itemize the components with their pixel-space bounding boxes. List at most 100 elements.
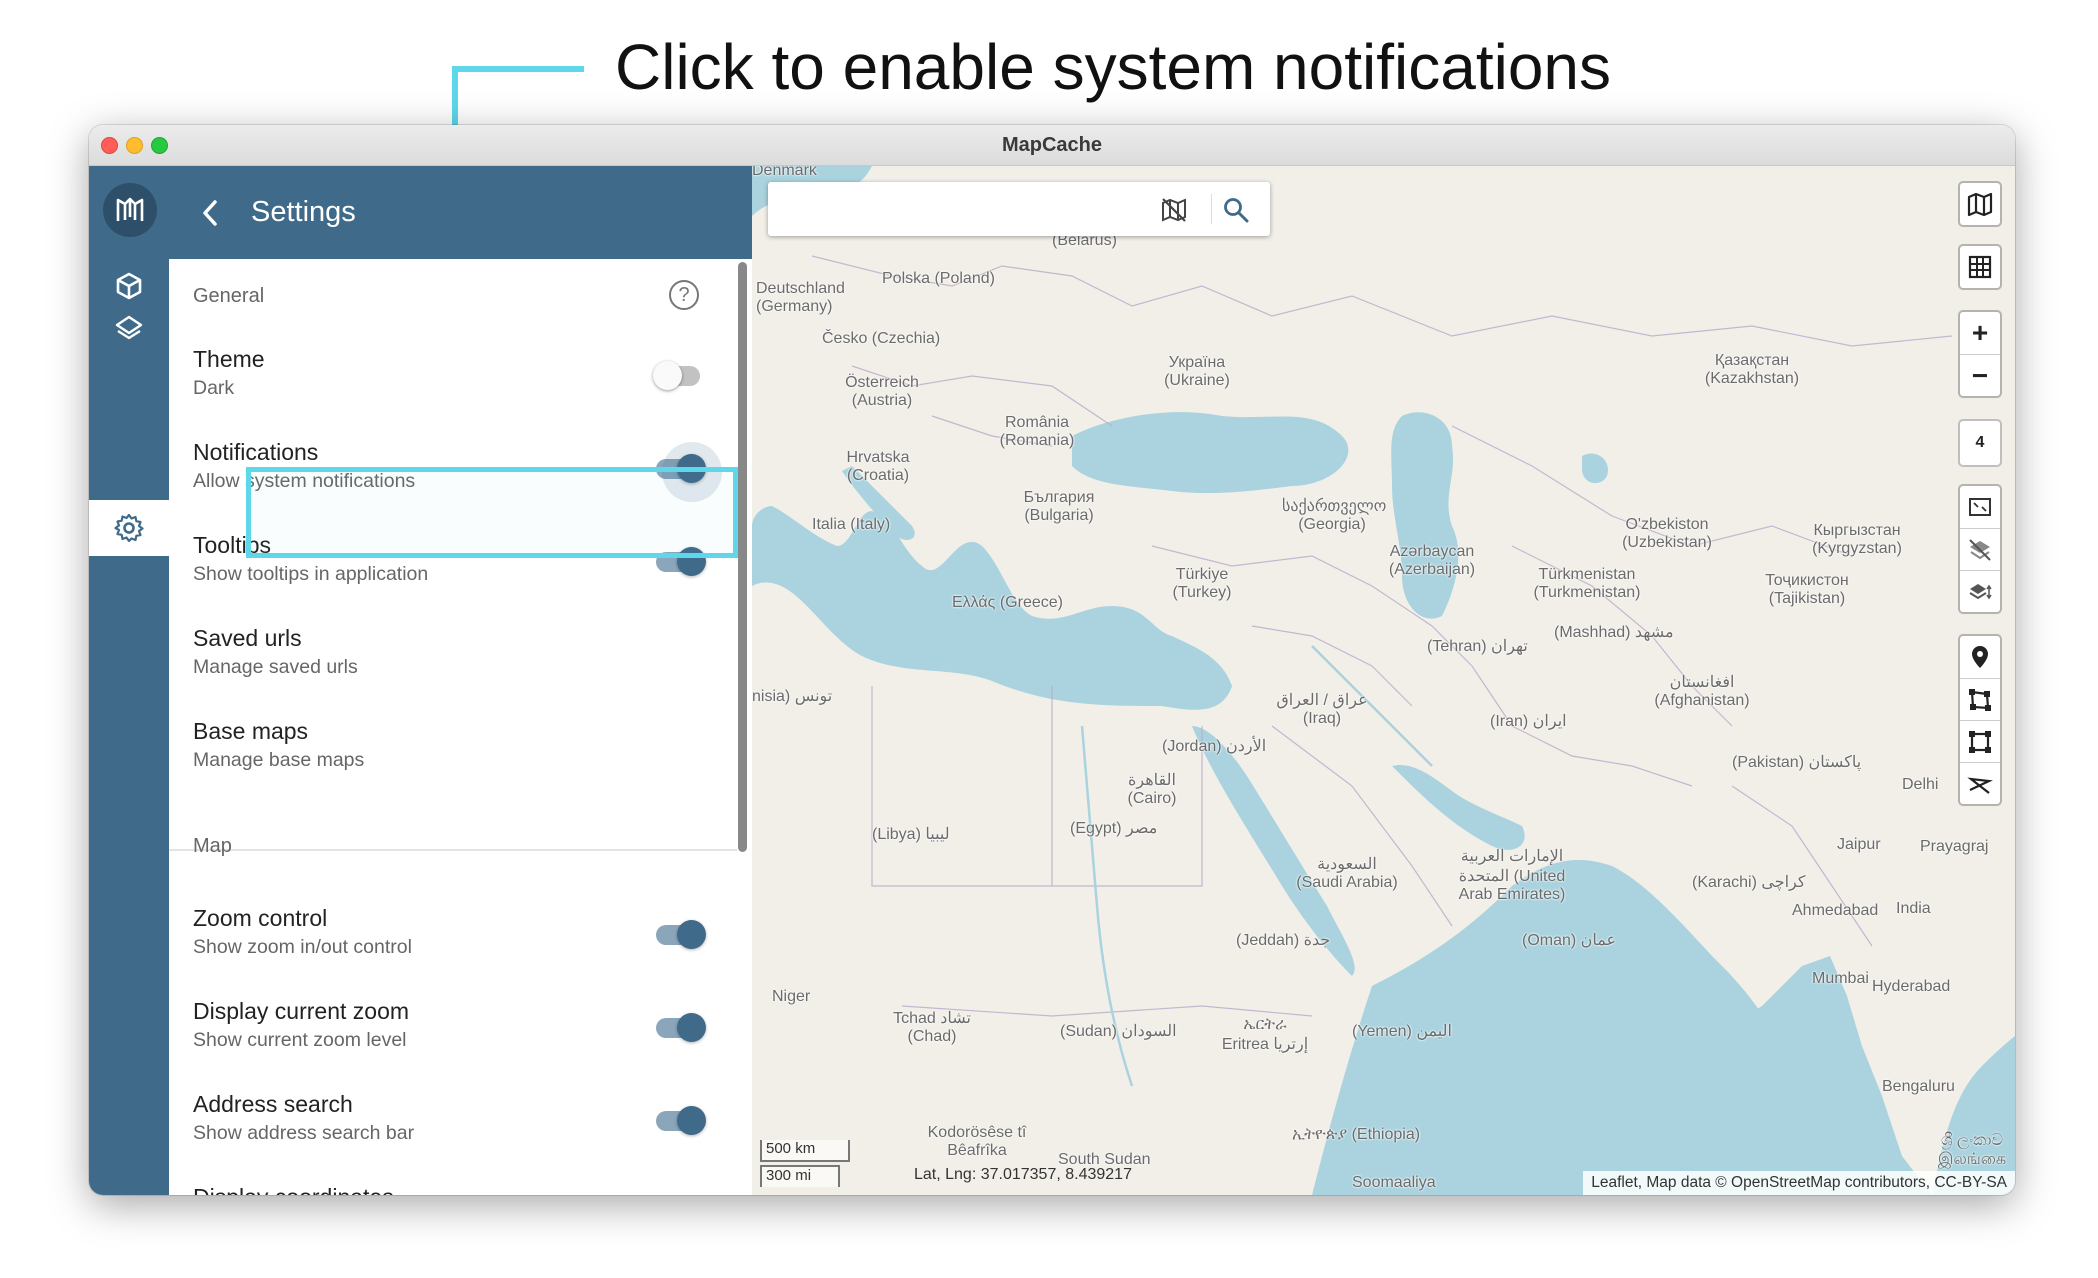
map-label: Česko (Czechia) <box>822 330 941 347</box>
help-button[interactable]: ? <box>669 280 699 310</box>
setting-row-theme[interactable]: Theme Dark <box>169 330 737 422</box>
map-label: Deutschland (Germany) <box>756 280 845 315</box>
setting-row-zoom-control[interactable]: Zoom control Show zoom in/out control <box>169 889 737 981</box>
row-subtitle: Show tooltips in application <box>193 563 429 585</box>
map-label: (Tehran) تهران <box>1427 638 1528 655</box>
map-label: Кыргызстан (Kyrgyzstan) <box>1812 522 1902 557</box>
draw-rectangle-button[interactable] <box>1960 720 2000 762</box>
settings-panel: Settings General ? Theme Dark Notificati… <box>169 166 752 1195</box>
map-label: (Sudan) السودان <box>1060 1023 1177 1040</box>
layer-order-button[interactable] <box>1960 570 2000 612</box>
grid-button[interactable] <box>1960 246 2000 288</box>
map-label: Polska (Poland) <box>882 270 995 287</box>
map-label: Kodorösêse tî Bêafrîka <box>927 1124 1027 1159</box>
map-attribution[interactable]: Leaflet, Map data © OpenStreetMap contri… <box>1583 1171 2015 1195</box>
zoom-level-indicator: 4 <box>1958 419 2002 467</box>
search-icon <box>1224 198 1249 223</box>
draw-line-button[interactable] <box>1960 762 2000 804</box>
map-label: عراق / العراق (Iraq) <box>1276 692 1368 727</box>
rail-settings-button[interactable] <box>89 500 169 556</box>
window-title: MapCache <box>1001 134 1103 156</box>
nav-rail <box>89 166 169 1195</box>
settings-header: Settings <box>169 166 752 259</box>
app-window: MapCache Settings General ? Theme Dark N… <box>89 125 2015 1195</box>
callout-text: Click to enable system notifications <box>615 31 1611 103</box>
address-search-toggle[interactable] <box>656 1106 706 1135</box>
section-divider <box>169 849 737 851</box>
map-label: O'zbekiston (Uzbekistan) <box>1622 516 1712 551</box>
row-subtitle: Show zoom in/out control <box>193 936 412 958</box>
row-title: Theme <box>193 346 265 372</box>
back-button[interactable] <box>193 196 227 230</box>
display-zoom-toggle[interactable] <box>656 1013 706 1042</box>
map-view[interactable]: Denmark (Belarus) Deutschland (Germany) … <box>752 166 2015 1195</box>
fit-extent-button[interactable] <box>1960 486 2000 528</box>
fit-extent-icon <box>1969 498 1991 516</box>
draw-point-button[interactable] <box>1960 636 2000 678</box>
layer-order-icon <box>1969 583 1992 599</box>
polygon-icon <box>1969 688 1991 711</box>
theme-toggle[interactable] <box>653 361 700 390</box>
basemap-control[interactable] <box>1958 181 2002 227</box>
row-title: Notifications <box>193 439 319 465</box>
map-label: Delhi <box>1902 776 1939 793</box>
grid-control[interactable] <box>1958 244 2002 290</box>
setting-row-base-maps[interactable]: Base maps Manage base maps <box>169 702 737 794</box>
zoom-out-button[interactable]: − <box>1960 354 2000 396</box>
map-label: (Pakistan) پاکستان <box>1732 754 1862 771</box>
zoom-in-button[interactable]: + <box>1960 312 2000 354</box>
chevron-left-icon <box>203 200 217 226</box>
map-label: Ahmedabad <box>1792 902 1879 919</box>
clear-layers-button[interactable] <box>1960 528 2000 570</box>
map-label: Hyderabad <box>1872 978 1951 995</box>
map-label: (Karachi) کراچی <box>1692 874 1806 891</box>
row-subtitle: Dark <box>193 377 235 399</box>
row-title: Address search <box>193 1091 353 1117</box>
view-tools-control <box>1958 484 2002 614</box>
map-label: Қазақстан (Kazakhstan) <box>1704 352 1800 387</box>
map-label: Denmark <box>752 166 817 179</box>
map-label: (Egypt) مصر <box>1070 820 1158 837</box>
map-label: საქართველო (Georgia) <box>1282 498 1387 533</box>
rail-layers-button[interactable] <box>89 300 169 356</box>
map-label: Prayagraj <box>1920 838 1989 855</box>
zoom-control-toggle[interactable] <box>656 920 706 949</box>
row-subtitle: Show current zoom level <box>193 1029 407 1051</box>
map-label: Bengaluru <box>1882 1078 1955 1095</box>
polyline-icon <box>1967 776 1993 794</box>
map-marker-icon <box>1972 646 1988 668</box>
map-label: Azərbaycan (Azerbaijan) <box>1388 543 1476 578</box>
map-label: (Yemen) اليمن <box>1352 1023 1452 1040</box>
map-label: (Iran) ایران <box>1490 713 1567 730</box>
map-label: Türkiye (Turkey) <box>1172 566 1232 601</box>
setting-row-address-search[interactable]: Address search Show address search bar <box>169 1075 737 1167</box>
basemap-button[interactable] <box>1960 183 2000 225</box>
scale-bar-mi: 300 mi <box>760 1165 840 1187</box>
map-label: القاهرة (Cairo) <box>1127 772 1177 807</box>
toggle-knob <box>677 1013 706 1042</box>
setting-row-saved-urls[interactable]: Saved urls Manage saved urls <box>169 609 737 701</box>
settings-scrollbar[interactable] <box>738 262 747 852</box>
section-label-map: Map <box>193 835 232 857</box>
notifications-highlight <box>246 467 738 558</box>
row-title: Zoom control <box>193 905 328 931</box>
address-search-input[interactable] <box>782 192 1142 226</box>
map-label: السعودية (Saudi Arabia) <box>1296 856 1398 891</box>
row-subtitle: Manage base maps <box>193 749 365 771</box>
setting-row-display-coordinates[interactable]: Display coordinates <box>169 1168 737 1195</box>
map-off-icon <box>1162 198 1186 222</box>
search-button[interactable] <box>1220 194 1252 226</box>
settings-title: Settings <box>251 196 356 228</box>
address-search-bar <box>768 182 1270 236</box>
app-logo[interactable] <box>103 183 157 237</box>
drawing-control <box>1958 634 2002 806</box>
map-label: Soomaaliya <box>1352 1174 1436 1191</box>
draw-polygon-button[interactable] <box>1960 678 2000 720</box>
map-label: ශ්‍රී ලංකාව இலங்கை <box>1937 1132 2007 1168</box>
rectangle-icon <box>1969 730 1991 753</box>
map-label: Mumbai <box>1812 970 1869 987</box>
map-label: (Oman) عمان <box>1522 932 1617 949</box>
map-pin-off-button[interactable] <box>1158 194 1190 226</box>
setting-row-display-current-zoom[interactable]: Display current zoom Show current zoom l… <box>169 982 737 1074</box>
map-label: nisia) تونس <box>752 688 833 705</box>
